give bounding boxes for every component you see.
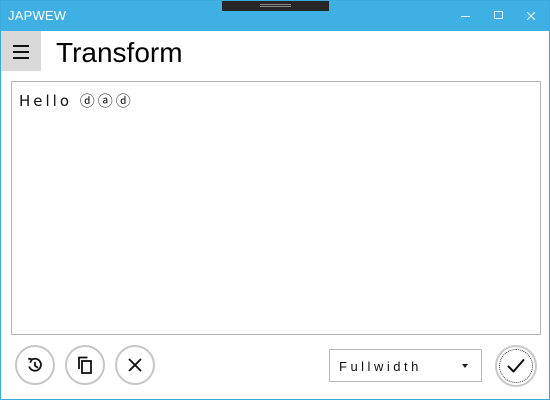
copy-button[interactable] (65, 345, 105, 385)
title-bar[interactable]: JAPWEW (1, 1, 549, 31)
selected-mode-label: Fullwidth (339, 359, 422, 374)
maximize-button[interactable] (480, 1, 516, 31)
copy-icon (78, 356, 92, 374)
text-input-area[interactable]: Hello ⓓⓐⓓ (11, 81, 541, 335)
app-window: JAPWEW Transform Hello ⓓⓐⓓ Fullwidth (0, 0, 550, 400)
hamburger-menu-icon (13, 45, 29, 63)
transform-mode-select[interactable]: Fullwidth (329, 349, 482, 382)
minimize-button[interactable] (447, 1, 483, 31)
clear-button[interactable] (115, 345, 155, 385)
close-window-icon (526, 11, 536, 21)
menu-button[interactable] (1, 31, 41, 71)
caret-down-icon (462, 364, 468, 368)
drag-handle[interactable] (222, 1, 329, 11)
apply-button[interactable] (495, 345, 537, 387)
close-icon (128, 358, 142, 372)
maximize-icon (494, 11, 503, 19)
checkmark-icon (507, 359, 525, 373)
minimize-icon (461, 16, 470, 17)
grip-icon (260, 4, 291, 7)
reset-button[interactable] (15, 345, 55, 385)
page-title: Transform (56, 37, 183, 68)
history-icon (27, 357, 42, 372)
close-window-button[interactable] (513, 1, 549, 31)
app-title: JAPWEW (8, 8, 67, 23)
